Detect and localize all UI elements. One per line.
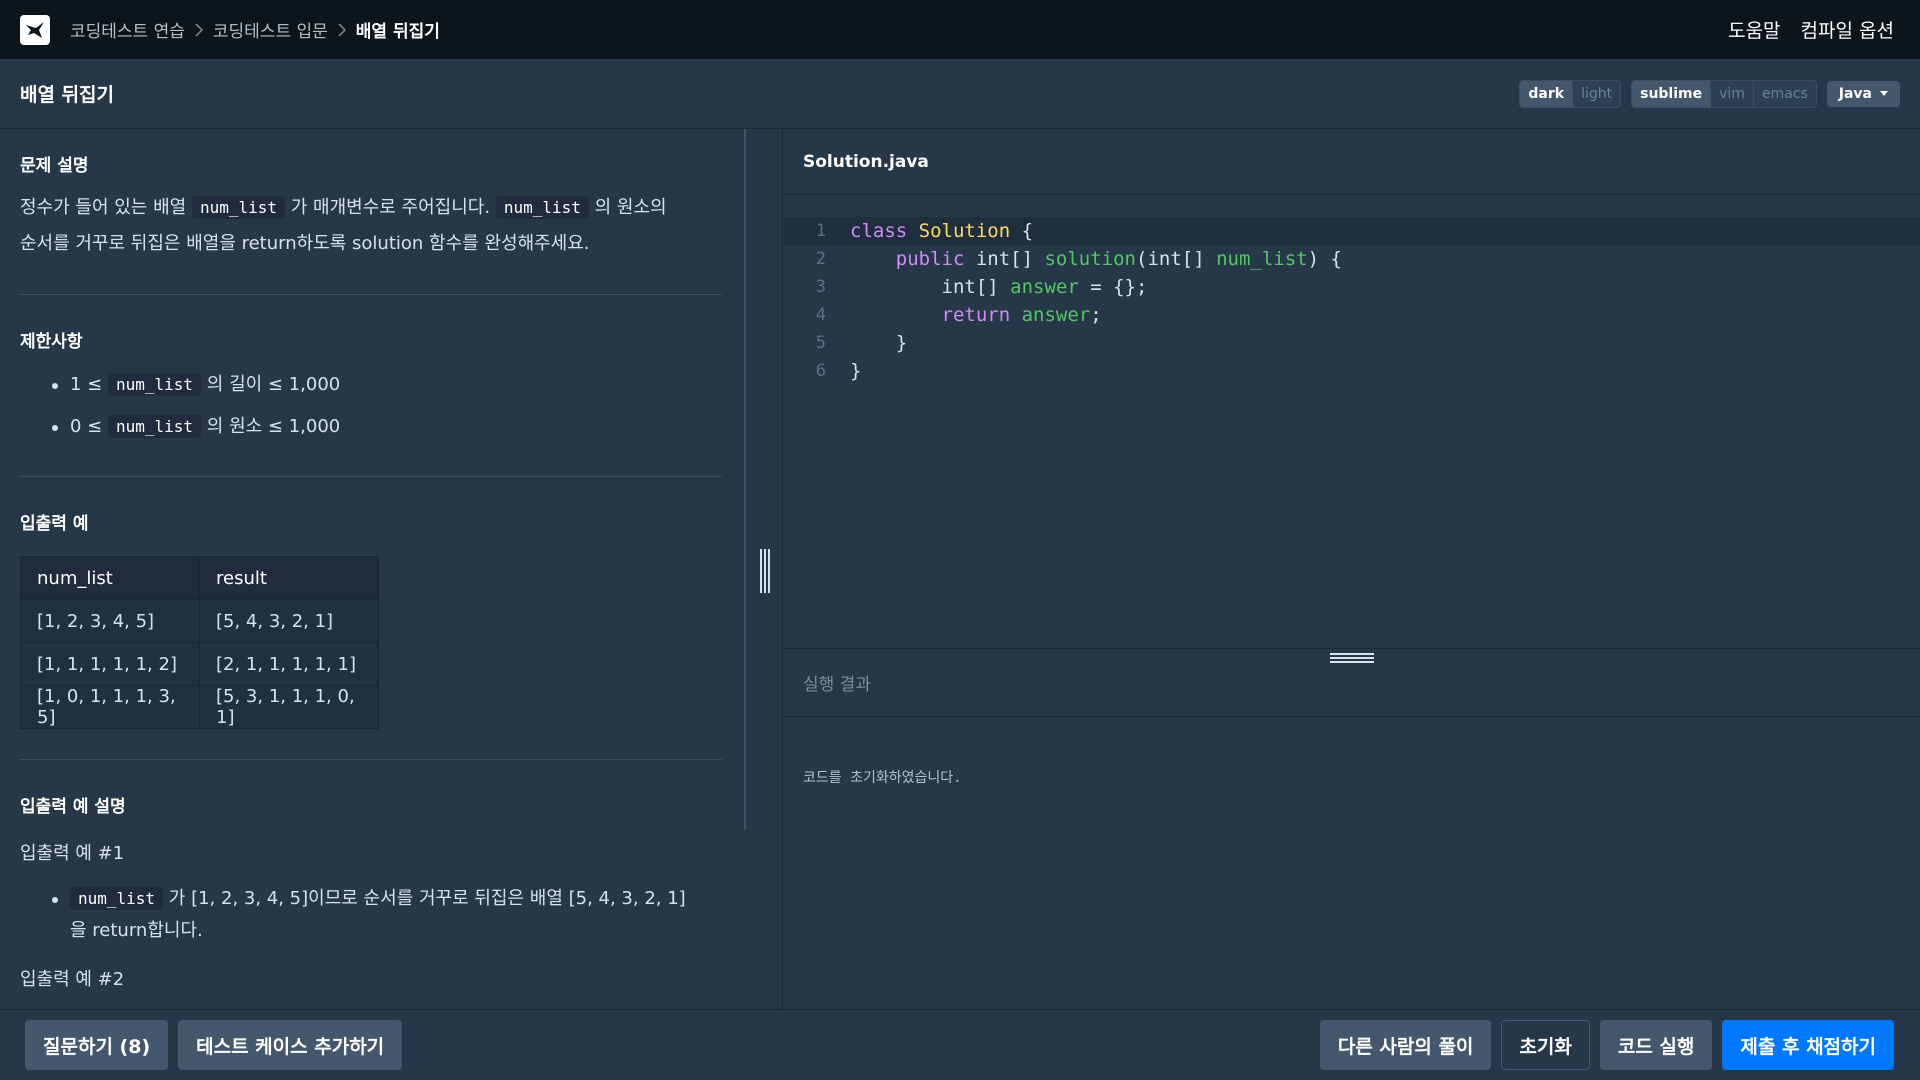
inline-code: num_list bbox=[108, 373, 202, 396]
code-text: class Solution { bbox=[850, 220, 1034, 242]
example-1-explanation: num_list 가 [1, 2, 3, 4, 5]이므로 순서를 거꾸로 뒤집… bbox=[20, 883, 722, 947]
footer-toolbar: 질문하기 (8) 테스트 케이스 추가하기 다른 사람의 풀이 초기화 코드 실… bbox=[0, 1009, 1920, 1080]
description-text-part2: 가 매개변수로 주어집니다. bbox=[290, 197, 491, 218]
table-cell: [1, 1, 1, 1, 1, 2] bbox=[20, 642, 200, 686]
description-text-part3: 의 원소의 bbox=[594, 197, 667, 218]
example-1-label: 입출력 예 #1 bbox=[20, 843, 125, 864]
drag-handle-icon[interactable] bbox=[1330, 653, 1374, 663]
top-navigation: 코딩테스트 연습 코딩테스트 입문 배열 뒤집기 도움말 컴파일 옵션 bbox=[0, 0, 1920, 59]
constraint-text: 의 길이 ≤ 1,000 bbox=[206, 374, 341, 395]
code-line: 2 public int[] solution(int[] num_list) … bbox=[784, 245, 1920, 273]
io-example-title: 입출력 예 bbox=[20, 514, 89, 534]
table-cell: [1, 0, 1, 1, 1, 3, 5] bbox=[20, 685, 200, 729]
breadcrumb-item-current: 배열 뒤집기 bbox=[355, 22, 440, 42]
constraints-list: 1 ≤ num_list 의 길이 ≤ 1,000 0 ≤ num_list 의… bbox=[20, 364, 722, 448]
divider bbox=[20, 759, 722, 760]
code-text: } bbox=[850, 360, 862, 382]
line-number: 2 bbox=[815, 249, 826, 269]
other-solutions-button[interactable]: 다른 사람의 풀이 bbox=[1319, 1020, 1492, 1070]
table-header-cell: num_list bbox=[20, 556, 200, 600]
table-row: [1, 2, 3, 4, 5] [5, 4, 3, 2, 1] bbox=[20, 599, 379, 643]
table-cell: [5, 3, 1, 1, 1, 0, 1] bbox=[199, 685, 379, 729]
code-line: 6 } bbox=[784, 357, 1920, 385]
caret-down-icon bbox=[1880, 91, 1888, 96]
chevron-right-icon bbox=[195, 22, 203, 37]
description-text-line2: 순서를 거꾸로 뒤집은 배열을 return하도록 solution 함수를 완… bbox=[20, 233, 590, 254]
line-number: 5 bbox=[815, 333, 826, 353]
drag-handle-icon[interactable] bbox=[760, 549, 770, 593]
line-number: 6 bbox=[815, 361, 826, 381]
example-2-label: 입출력 예 #2 bbox=[20, 969, 125, 990]
code-text: public int[] solution(int[] num_list) { bbox=[895, 248, 1342, 270]
constraint-item: 0 ≤ num_list 의 원소 ≤ 1,000 bbox=[20, 406, 722, 448]
line-number: 4 bbox=[815, 305, 826, 325]
keymap-emacs-button[interactable]: emacs bbox=[1753, 80, 1816, 107]
code-text: int[] answer = {}; bbox=[850, 276, 1148, 298]
line-number: 1 bbox=[815, 221, 826, 241]
keymap-vim-button[interactable]: vim bbox=[1711, 80, 1754, 107]
code-line: 3 int[] answer = {}; bbox=[784, 273, 1920, 301]
add-test-case-button[interactable]: 테스트 케이스 추가하기 bbox=[178, 1020, 403, 1070]
table-row: [1, 0, 1, 1, 1, 3, 5] [5, 3, 1, 1, 1, 0,… bbox=[20, 685, 379, 729]
inline-code: num_list bbox=[108, 415, 202, 438]
description-title: 문제 설명 bbox=[20, 156, 89, 176]
code-area[interactable]: 1 class Solution { 2 public int[] soluti… bbox=[784, 217, 1920, 385]
description-text: 정수가 들어 있는 배열 num_list 가 매개변수로 주어집니다. num… bbox=[20, 190, 722, 262]
file-tab: Solution.java bbox=[784, 129, 1920, 195]
breadcrumb-item-intro[interactable]: 코딩테스트 입문 bbox=[213, 17, 328, 42]
code-line: 4 return answer; bbox=[784, 301, 1920, 329]
constraints-title: 제한사항 bbox=[20, 332, 83, 352]
table-cell: [5, 4, 3, 2, 1] bbox=[199, 599, 379, 643]
divider bbox=[20, 294, 722, 295]
breadcrumb: 코딩테스트 연습 코딩테스트 입문 배열 뒤집기 bbox=[70, 17, 440, 42]
editor-options: dark light sublime vim emacs Java bbox=[1519, 79, 1900, 108]
breadcrumb-item-practice[interactable]: 코딩테스트 연습 bbox=[70, 17, 185, 42]
result-panel: 실행 결과 코드를 초기화하였습니다. bbox=[784, 649, 1920, 1009]
ask-question-button[interactable]: 질문하기 (8) bbox=[25, 1020, 169, 1070]
theme-light-button[interactable]: light bbox=[1573, 80, 1621, 107]
result-message: 코드를 초기화하였습니다. bbox=[803, 770, 962, 786]
inline-code: num_list bbox=[495, 196, 589, 219]
table-cell: [1, 2, 3, 4, 5] bbox=[20, 599, 200, 643]
description-text-part1: 정수가 들어 있는 배열 bbox=[20, 197, 187, 218]
code-line: 5 } bbox=[784, 329, 1920, 357]
code-editor[interactable]: Solution.java 1 class Solution { 2 publi… bbox=[784, 129, 1920, 649]
constraint-text: 0 ≤ bbox=[70, 416, 103, 437]
problem-panel: 문제 설명 정수가 들어 있는 배열 num_list 가 매개변수로 주어집니… bbox=[0, 129, 746, 1009]
line-number: 3 bbox=[815, 277, 826, 297]
theme-toggle: dark light bbox=[1519, 79, 1622, 108]
logo-icon[interactable] bbox=[20, 14, 50, 45]
keymap-toggle: sublime vim emacs bbox=[1631, 79, 1817, 108]
constraint-text: 의 원소 ≤ 1,000 bbox=[206, 416, 341, 437]
submit-button[interactable]: 제출 후 채점하기 bbox=[1722, 1020, 1894, 1070]
chevron-right-icon bbox=[338, 22, 346, 37]
compile-options-link[interactable]: 컴파일 옵션 bbox=[1801, 16, 1894, 43]
constraint-item: 1 ≤ num_list 의 길이 ≤ 1,000 bbox=[20, 364, 722, 406]
table-header-cell: result bbox=[199, 556, 379, 600]
panel-splitter[interactable] bbox=[746, 129, 783, 1009]
code-text: return answer; bbox=[941, 304, 1102, 326]
table-cell: [2, 1, 1, 1, 1, 1] bbox=[199, 642, 379, 686]
help-link[interactable]: 도움말 bbox=[1728, 16, 1780, 43]
example-1-text: 가 [1, 2, 3, 4, 5]이므로 순서를 거꾸로 뒤집은 배열 [5, … bbox=[168, 888, 686, 909]
divider bbox=[20, 476, 722, 477]
io-example-table: num_list result [1, 2, 3, 4, 5] [5, 4, 3… bbox=[20, 556, 379, 729]
title-bar: 배열 뒤집기 dark light sublime vim emacs Java bbox=[0, 59, 1920, 129]
language-select[interactable]: Java bbox=[1826, 80, 1900, 107]
theme-dark-button[interactable]: dark bbox=[1520, 80, 1574, 107]
inline-code: num_list bbox=[191, 196, 286, 219]
inline-code: num_list bbox=[70, 887, 164, 910]
reset-button[interactable]: 초기화 bbox=[1501, 1020, 1590, 1070]
run-code-button[interactable]: 코드 실행 bbox=[1599, 1020, 1713, 1070]
code-text: } bbox=[850, 332, 908, 354]
page-title: 배열 뒤집기 bbox=[20, 84, 115, 106]
table-row: [1, 1, 1, 1, 1, 2] [2, 1, 1, 1, 1, 1] bbox=[20, 642, 379, 686]
table-header-row: num_list result bbox=[20, 556, 379, 600]
constraint-text: 1 ≤ bbox=[70, 374, 103, 395]
io-explain-title: 입출력 예 설명 bbox=[20, 797, 126, 817]
language-select-value: Java bbox=[1838, 85, 1872, 102]
example-1-text-line2: 을 return합니다. bbox=[70, 920, 203, 941]
keymap-sublime-button[interactable]: sublime bbox=[1632, 80, 1712, 107]
code-line: 1 class Solution { bbox=[784, 217, 1920, 245]
